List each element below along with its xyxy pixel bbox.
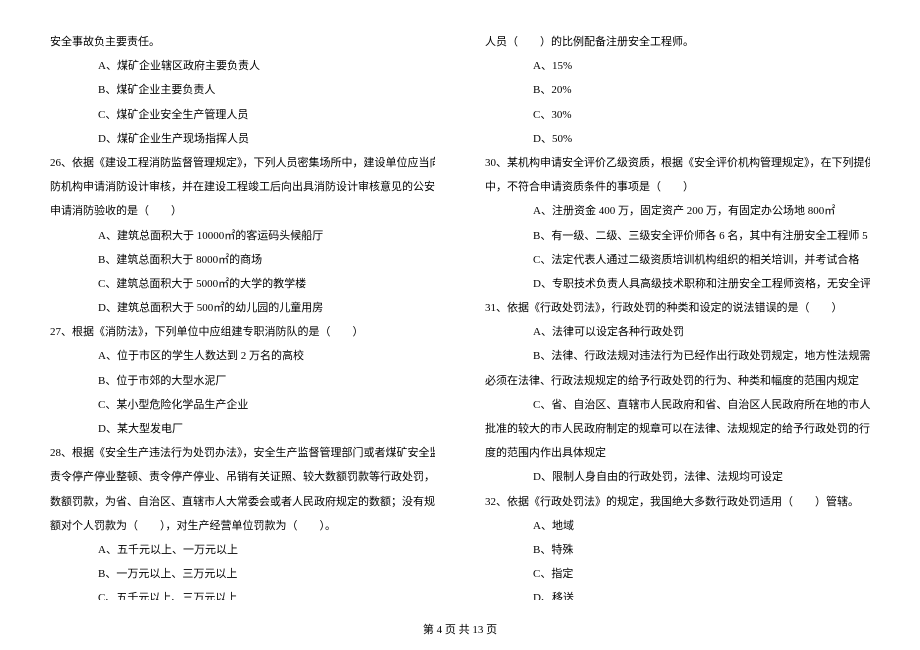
question-32: 32、依据《行政处罚法》的规定，我国绝大多数行政处罚适用（ ）管辖。 <box>485 490 870 514</box>
text-line: 中，不符合申请资质条件的事项是（ ） <box>485 175 870 199</box>
text-line: 安全事故负主要责任。 <box>50 30 435 54</box>
option-d: D、建筑总面积大于 500㎡的幼儿园的儿童用房 <box>50 296 435 320</box>
two-column-layout: 安全事故负主要责任。 A、煤矿企业辖区政府主要负责人 B、煤矿企业主要负责人 C… <box>50 30 870 600</box>
text-line: 申请消防验收的是（ ） <box>50 199 435 223</box>
option-c: C、五千元以上、三万元以上 <box>50 586 435 600</box>
option-d: D、专职技术负责人具高级技术职称和注册安全工程师资格，无安全评价师资格 <box>485 272 870 296</box>
text-line: 防机构申请消防设计审核，并在建设工程竣工后向出具消防设计审核意见的公安机关消防机… <box>50 175 435 199</box>
option-b: B、煤矿企业主要负责人 <box>50 78 435 102</box>
option-a: A、煤矿企业辖区政府主要负责人 <box>50 54 435 78</box>
option-b: B、法律、行政法规对违法行为已经作出行政处罚规定，地方性法规需要作出具体规定的， <box>485 344 870 368</box>
option-b: B、建筑总面积大于 8000㎡的商场 <box>50 248 435 272</box>
option-c: C、建筑总面积大于 5000㎡的大学的教学楼 <box>50 272 435 296</box>
option-d: D、煤矿企业生产现场指挥人员 <box>50 127 435 151</box>
text-line: 数额罚款，为省、自治区、直辖市人大常委会或者人民政府规定的数额；没有规定数额的，… <box>50 490 435 514</box>
option-a: A、建筑总面积大于 10000㎡的客运码头候船厅 <box>50 224 435 248</box>
text-line: 批准的较大的市人民政府制定的规章可以在法律、法规规定的给予行政处罚的行为、种类和… <box>485 417 870 441</box>
question-30: 30、某机构申请安全评价乙级资质，根据《安全评价机构管理规定》，在下列提供的申请… <box>485 151 870 175</box>
question-31: 31、依据《行政处罚法》，行政处罚的种类和设定的说法错误的是（ ） <box>485 296 870 320</box>
option-c: C、指定 <box>485 562 870 586</box>
option-a: A、位于市区的学生人数达到 2 万名的高校 <box>50 344 435 368</box>
option-d: D、限制人身自由的行政处罚，法律、法规均可设定 <box>485 465 870 489</box>
option-b: B、一万元以上、三万元以上 <box>50 562 435 586</box>
option-d: D、移送 <box>485 586 870 600</box>
question-26: 26、依据《建设工程消防监督管理规定》，下列人员密集场所中，建设单位应当向公安机… <box>50 151 435 175</box>
option-c: C、某小型危险化学品生产企业 <box>50 393 435 417</box>
option-b: B、位于市郊的大型水泥厂 <box>50 369 435 393</box>
text-line: 度的范围内作出具体规定 <box>485 441 870 465</box>
option-b: B、有一级、二级、三级安全评价师各 6 名，其中有注册安全工程师 5 名 <box>485 224 870 248</box>
text-line: 责令停产停业整顿、责令停产停业、吊销有关证照、较大数额罚款等行政处罚，其中所称较… <box>50 465 435 489</box>
option-d: D、某大型发电厂 <box>50 417 435 441</box>
right-column: 人员（ ）的比例配备注册安全工程师。 A、15% B、20% C、30% D、5… <box>485 30 870 600</box>
question-28: 28、根据《安全生产违法行为处罚办法》，安全生产监督管理部门或者煤矿安全监察机构… <box>50 441 435 465</box>
option-a: A、五千元以上、一万元以上 <box>50 538 435 562</box>
question-27: 27、根据《消防法》，下列单位中应组建专职消防队的是（ ） <box>50 320 435 344</box>
option-a: A、法律可以设定各种行政处罚 <box>485 320 870 344</box>
option-b: B、特殊 <box>485 538 870 562</box>
option-c: C、煤矿企业安全生产管理人员 <box>50 103 435 127</box>
option-c: C、省、自治区、直辖市人民政府和省、自治区人民政府所在地的市人民政府以及经国务院 <box>485 393 870 417</box>
option-d: D、50% <box>485 127 870 151</box>
option-c: C、法定代表人通过二级资质培训机构组织的相关培训，并考试合格 <box>485 248 870 272</box>
option-c: C、30% <box>485 103 870 127</box>
option-a: A、注册资金 400 万，固定资产 200 万，有固定办公场地 800㎡ <box>485 199 870 223</box>
option-b: B、20% <box>485 78 870 102</box>
page-footer: 第 4 页 共 13 页 <box>0 618 920 642</box>
text-line: 必须在法律、行政法规规定的给予行政处罚的行为、种类和幅度的范围内规定 <box>485 369 870 393</box>
left-column: 安全事故负主要责任。 A、煤矿企业辖区政府主要负责人 B、煤矿企业主要负责人 C… <box>50 30 435 600</box>
option-a: A、地域 <box>485 514 870 538</box>
text-line: 人员（ ）的比例配备注册安全工程师。 <box>485 30 870 54</box>
text-line: 额对个人罚款为（ ），对生产经营单位罚款为（ ）。 <box>50 514 435 538</box>
option-a: A、15% <box>485 54 870 78</box>
